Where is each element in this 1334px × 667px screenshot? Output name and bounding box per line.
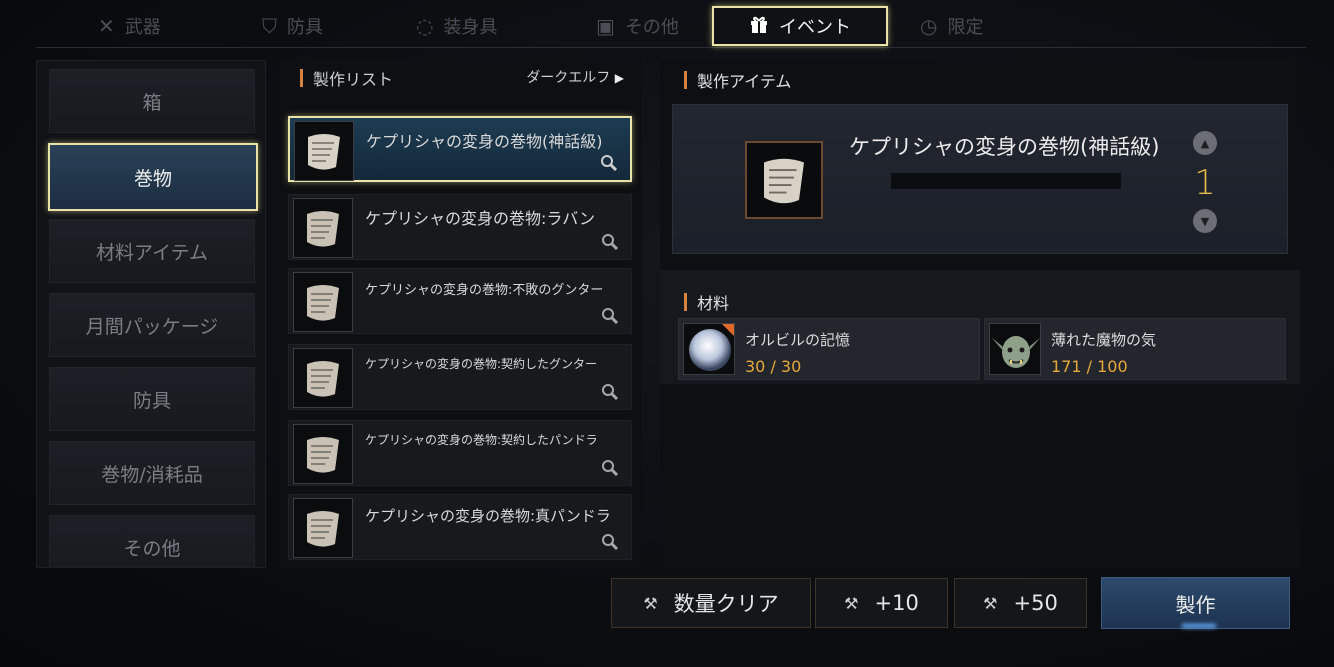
craft-item-box: ケプリシャの変身の巻物(神話級) ▲ 1 ▼ [672,104,1288,254]
category-list: 箱 巻物 材料アイテム 月間パッケージ 防具 巻物/消耗品 その他 [36,60,266,568]
tab-weapons[interactable]: ✕ 武器 [84,6,175,46]
tab-label: 武器 [124,17,161,38]
tab-label: 限定 [947,17,984,38]
category-other[interactable]: その他 [49,515,255,567]
magnifier-icon[interactable] [601,459,619,477]
craft-button[interactable]: 製作 [1101,577,1290,629]
plus50-button[interactable]: ⚒ +50 [954,578,1087,628]
scroll-icon [293,348,353,408]
quantity-down-button[interactable]: ▼ [1193,209,1217,233]
material-count: 171 / 100 [1051,357,1128,376]
anvil-icon: ⚒ [844,593,859,613]
category-scroll-consumable[interactable]: 巻物/消耗品 [49,441,255,505]
necklace-icon: ◌ [416,14,434,38]
scroll-icon [293,424,353,484]
craft-title: 製作アイテム [697,72,792,91]
tab-label: 装身具 [443,17,498,38]
craft-item-name: ケプリシャの変身の巻物(神話級) [849,135,1160,159]
quantity-clear-label: 数量クリア [673,592,779,616]
section-marker [684,71,687,89]
tab-accessory[interactable]: ◌ 装身具 [402,6,511,46]
recipe-item[interactable]: ケプリシャの変身の巻物:契約したグンター [288,344,632,410]
tab-other[interactable]: ▣ その他 [582,6,693,46]
race-filter[interactable]: ダークエルフ ▶ [526,67,624,87]
category-scroll[interactable]: 巻物 [48,143,258,211]
craft-progress-bar [891,173,1121,189]
category-materials[interactable]: 材料アイテム [49,219,255,283]
material-name: 薄れた魔物の気 [1051,331,1157,349]
recipe-item[interactable]: ケプリシャの変身の巻物:不敗のグンター [288,268,632,334]
craft-panel: 製作アイテム ケプリシャの変身の巻物(神話級) ▲ 1 ▼ 材料 オルビルの記憶… [660,58,1300,568]
recipe-name: ケプリシャの変身の巻物:真パンドラ [365,507,611,525]
section-marker [684,293,687,311]
quantity-up-button[interactable]: ▲ [1193,131,1217,155]
recipe-item[interactable]: ケプリシャの変身の巻物(神話級) [288,116,632,182]
box-icon: ▣ [596,14,615,38]
tab-label: イベント [779,17,851,38]
materials-header: 材料 [684,290,729,314]
plus10-button[interactable]: ⚒ +10 [815,578,948,628]
moon-orb-icon [683,323,735,375]
anvil-icon: ⚒ [983,593,998,613]
craft-header: 製作アイテム [684,68,791,92]
quantity-clear-button[interactable]: ⚒ 数量クリア [611,578,811,628]
material-count: 30 / 30 [745,357,802,376]
material-name: オルビルの記憶 [745,331,851,349]
goblin-head-icon [989,323,1041,375]
tab-limited[interactable]: ◷ 限定 [906,6,997,46]
category-armor[interactable]: 防具 [49,367,255,431]
magnifier-icon[interactable] [601,307,619,325]
magnifier-icon[interactable] [601,233,619,251]
scroll-icon [294,121,354,181]
magnifier-icon[interactable] [601,533,619,551]
magnifier-icon[interactable] [601,383,619,401]
tab-event[interactable]: イベント [712,6,888,46]
magnifier-icon[interactable] [600,154,618,172]
section-marker [300,69,303,87]
crossed-swords-icon: ✕ [98,14,115,38]
category-box[interactable]: 箱 [49,69,255,133]
gift-icon [749,14,769,39]
recipe-name: ケプリシャの変身の巻物(神話級) [366,132,603,151]
materials-section: 材料 オルビルの記憶 30 / 30 薄れた魔物の気 171 / 100 [660,270,1300,384]
anvil-icon: ⚒ [643,593,658,613]
recipe-item[interactable]: ケプリシャの変身の巻物:契約したパンドラ [288,420,632,486]
list-title: 製作リスト [313,70,394,89]
recipe-name: ケプリシャの変身の巻物:不敗のグンター [365,283,604,298]
tab-armor[interactable]: ⛉ 防具 [248,6,337,46]
tab-label: その他 [624,17,679,38]
shield-icon: ⛉ [262,14,277,38]
material-item[interactable]: オルビルの記憶 30 / 30 [678,318,980,380]
recipe-name: ケプリシャの変身の巻物:契約したパンドラ [365,433,598,447]
plus10-label: +10 [874,591,919,615]
tab-label: 防具 [287,17,323,38]
grade-corner-marker [722,324,734,336]
category-monthly-package[interactable]: 月間パッケージ [49,293,255,357]
recipe-list: 製作リスト ダークエルフ ▶ ケプリシャの変身の巻物(神話級) ケプリシャの変身… [280,58,642,568]
timer-icon: ◷ [920,14,938,38]
plus50-label: +50 [1013,591,1058,615]
scroll-icon [293,198,353,258]
scroll-icon [293,498,353,558]
play-arrow-icon: ▶ [614,71,624,85]
materials-title: 材料 [697,294,730,313]
quantity-value: 1 [1194,163,1216,203]
material-item[interactable]: 薄れた魔物の気 171 / 100 [984,318,1286,380]
scroll-icon [745,141,823,219]
scroll-icon [293,272,353,332]
race-filter-label: ダークエルフ [526,70,611,86]
recipe-item[interactable]: ケプリシャの変身の巻物:ラバン [288,194,632,260]
category-tabs: ✕ 武器 ⛉ 防具 ◌ 装身具 ▣ その他 イベント ◷ 限定 [36,0,1306,48]
list-header: 製作リスト [300,66,393,90]
recipe-name: ケプリシャの変身の巻物:ラバン [365,209,596,228]
recipe-name: ケプリシャの変身の巻物:契約したグンター [365,357,598,371]
recipe-item[interactable]: ケプリシャの変身の巻物:真パンドラ [288,494,632,560]
